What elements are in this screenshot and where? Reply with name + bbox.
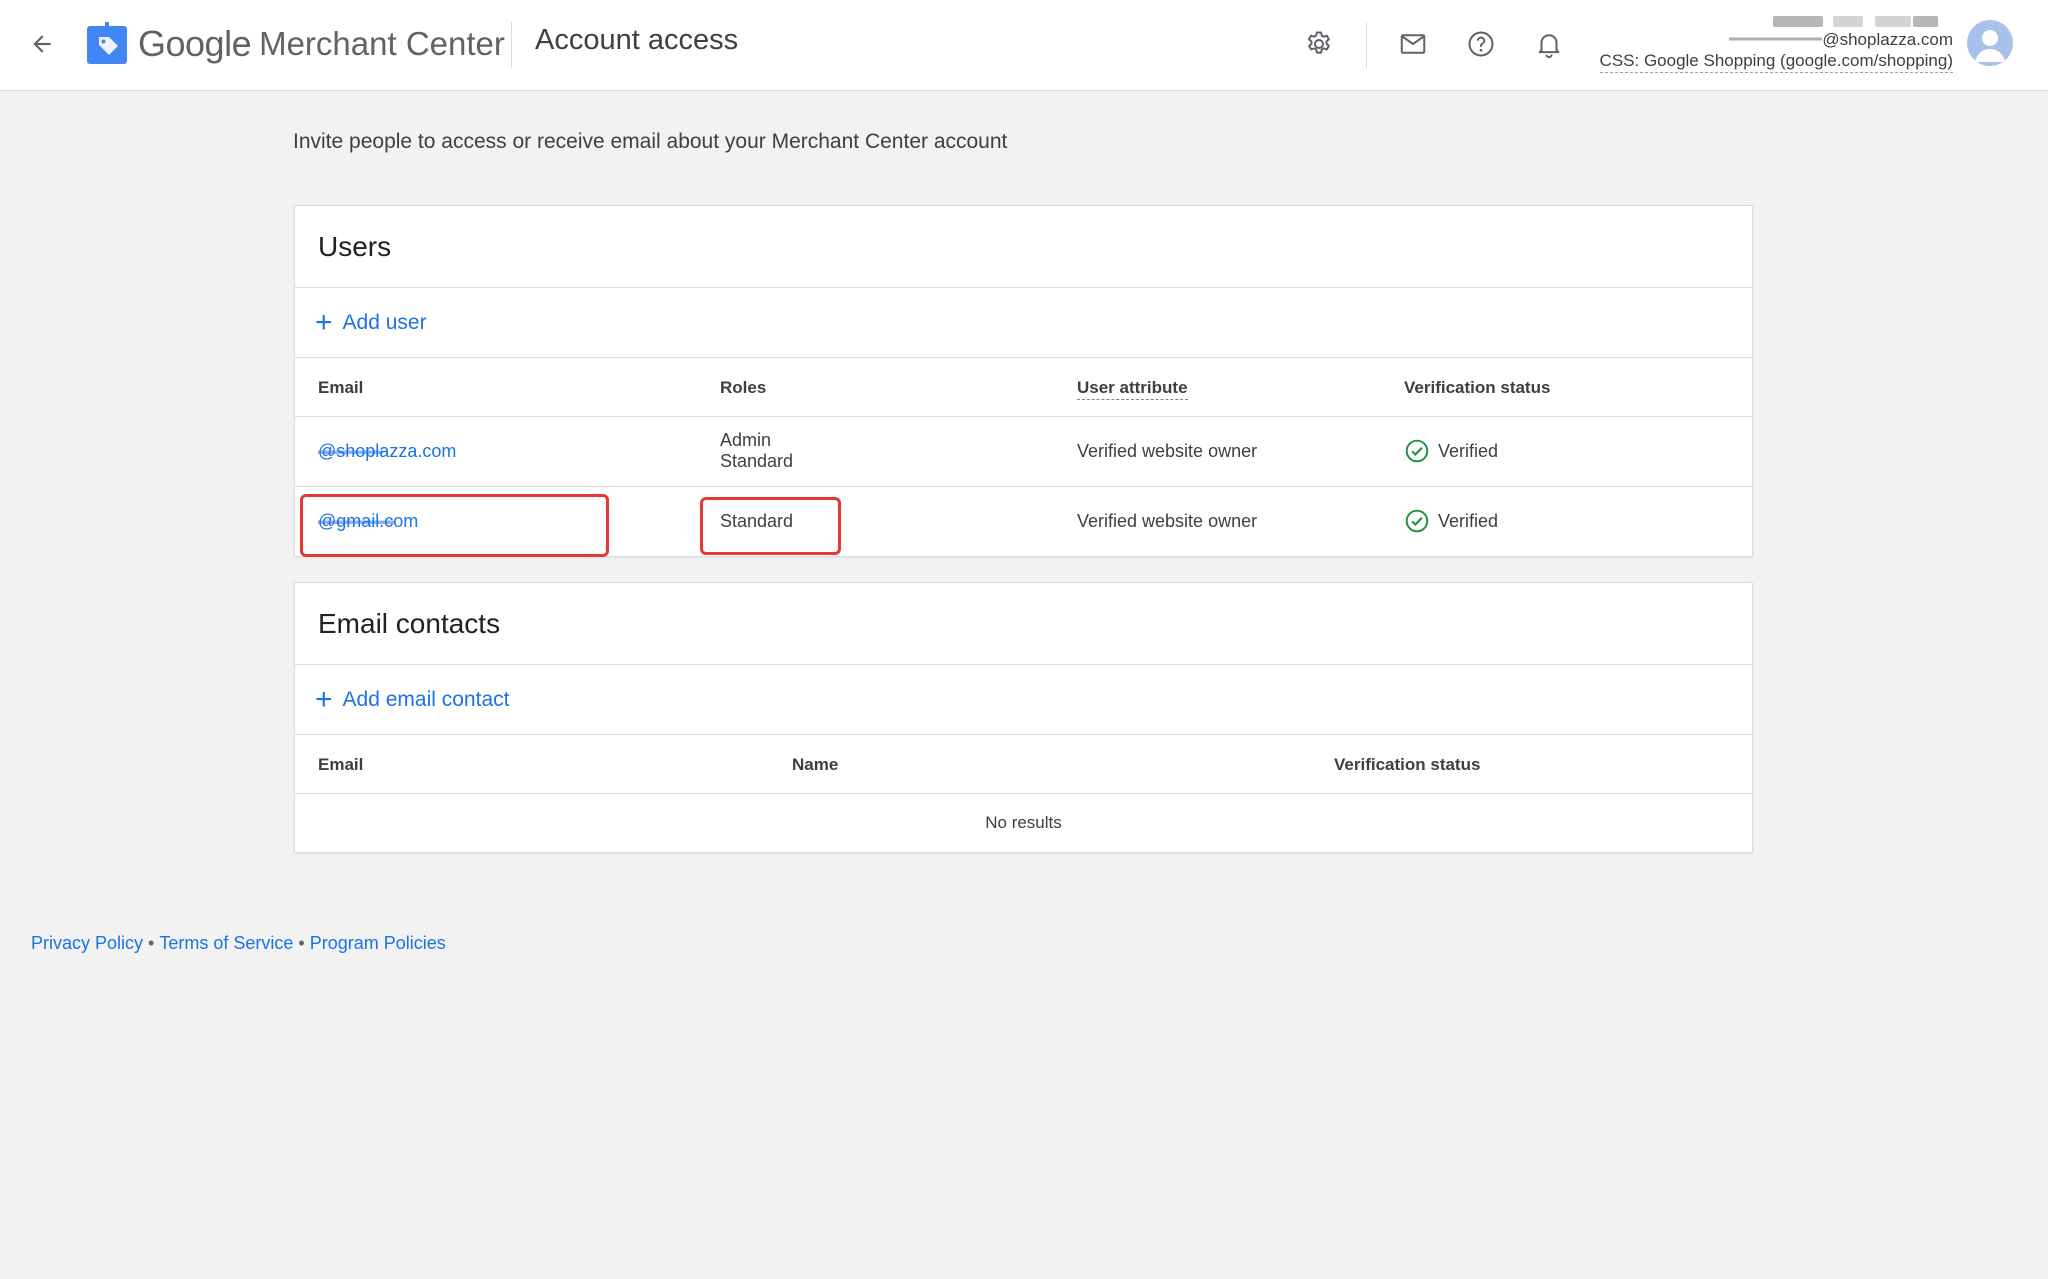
table-row[interactable]: liuliuyue@shoplazza.com Admin Standard V…: [295, 417, 1752, 487]
email-contacts-title: Email contacts: [295, 583, 1752, 665]
account-info[interactable]: xxxxxxxxxxx@shoplazza.com CSS: Google Sh…: [1599, 12, 1953, 73]
add-email-contact-button[interactable]: + Add email contact: [295, 665, 1752, 735]
user-roles: Standard: [720, 511, 794, 531]
plus-icon: +: [315, 682, 333, 716]
top-app-bar: Google Merchant Center Account access xx…: [0, 0, 2048, 91]
column-header-user-attribute[interactable]: User attribute: [1077, 378, 1188, 400]
program-policies-link[interactable]: Program Policies: [310, 933, 446, 953]
title-divider: [511, 22, 512, 68]
user-attribute: Verified website owner: [1077, 511, 1258, 531]
contacts-table-header: Email Name Verification status: [295, 735, 1752, 794]
column-header-verification-status: Verification status: [1334, 755, 1481, 774]
user-attribute: Verified website owner: [1077, 441, 1258, 461]
add-user-label: Add user: [342, 310, 427, 334]
footer-separator: •: [148, 933, 155, 953]
gear-icon[interactable]: [1299, 24, 1339, 64]
verification-status: Verified: [1404, 508, 1498, 534]
empty-state-text: No results: [985, 813, 1062, 832]
users-table-header: Email Roles User attribute Verification …: [295, 358, 1752, 417]
intro-text: Invite people to access or receive email…: [293, 130, 1008, 153]
footer-separator: •: [298, 933, 305, 953]
help-icon[interactable]: [1461, 24, 1501, 64]
column-header-verification-status: Verification status: [1404, 378, 1551, 397]
account-name-redacted: [1763, 12, 1953, 30]
table-row[interactable]: xxxyueee@gmail.com Standard Verified web…: [295, 487, 1752, 557]
merchant-center-logo-icon: [87, 22, 127, 64]
brand-google-text: Google: [138, 23, 252, 64]
privacy-policy-link[interactable]: Privacy Policy: [31, 933, 143, 953]
check-circle-icon: [1405, 509, 1429, 533]
column-header-email: Email: [318, 378, 364, 397]
css-selector-link[interactable]: CSS: Google Shopping (google.com/shoppin…: [1599, 50, 1953, 73]
user-roles: Admin Standard: [720, 430, 794, 471]
add-user-button[interactable]: + Add user: [295, 288, 1752, 358]
add-email-contact-label: Add email contact: [342, 687, 510, 711]
users-card: Users + Add user Email Roles User attrib…: [294, 205, 1753, 557]
page-title: Account access: [535, 24, 739, 56]
account-email: xxxxxxxxxxx@shoplazza.com: [1600, 30, 1953, 50]
brand-product-text: Merchant Center: [259, 25, 505, 62]
column-header-roles: Roles: [720, 378, 767, 397]
column-header-email: Email: [318, 755, 364, 774]
verification-status: Verified: [1404, 438, 1498, 464]
email-contacts-card: Email contacts + Add email contact Email…: [294, 582, 1753, 853]
header-icon-divider: [1366, 22, 1367, 68]
avatar[interactable]: [1967, 20, 2013, 66]
plus-icon: +: [315, 305, 333, 339]
bell-icon[interactable]: [1529, 24, 1569, 64]
back-arrow-icon[interactable]: [22, 24, 62, 64]
product-brand: Google Merchant Center: [138, 22, 505, 66]
footer-links: Privacy Policy • Terms of Service • Program …: [31, 933, 446, 954]
mail-icon[interactable]: [1393, 24, 1433, 64]
users-title: Users: [295, 206, 1752, 288]
check-circle-icon: [1405, 439, 1429, 463]
column-header-name: Name: [792, 755, 839, 774]
terms-of-service-link[interactable]: Terms of Service: [159, 933, 293, 953]
